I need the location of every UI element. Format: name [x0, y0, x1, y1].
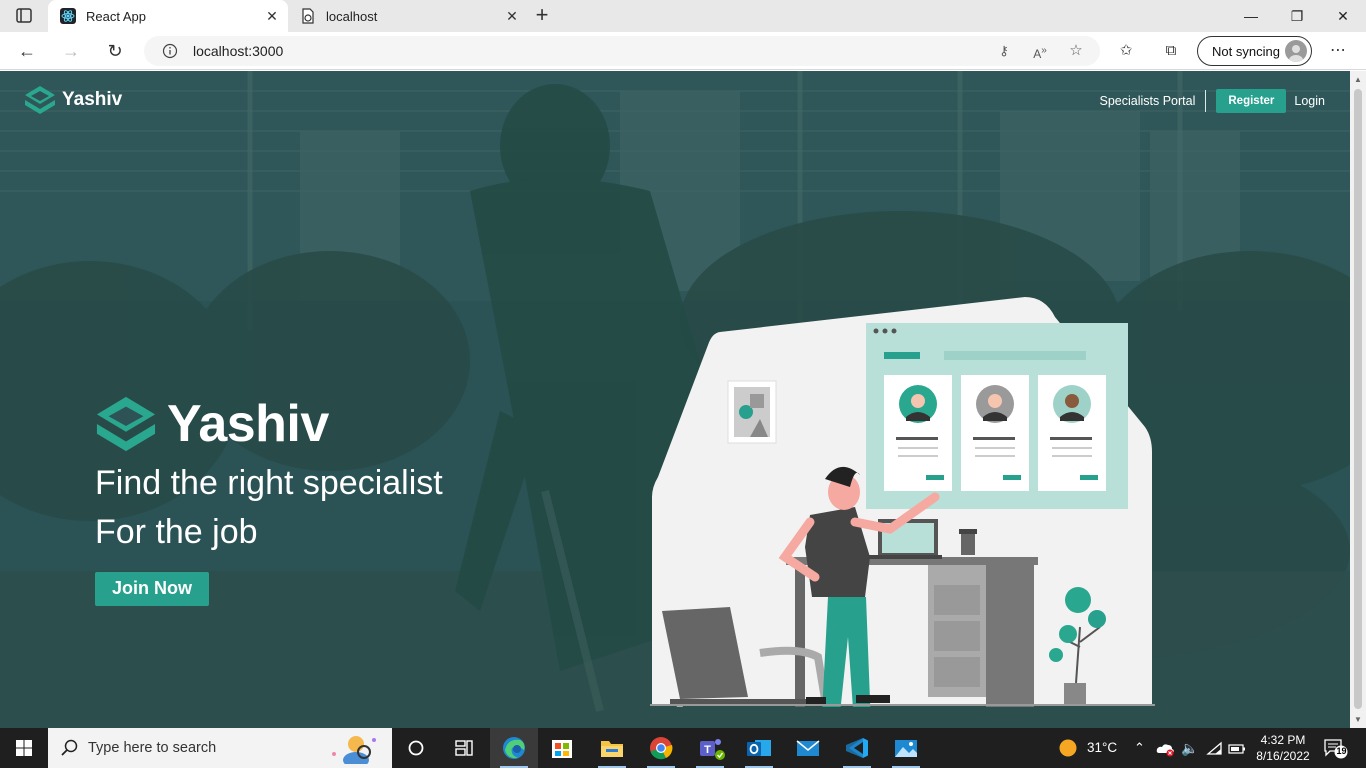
search-placeholder: Type here to search — [88, 740, 217, 756]
login-link[interactable]: Login — [1294, 94, 1325, 108]
scroll-down-icon[interactable]: ▼ — [1354, 715, 1362, 724]
search-highlight-icon — [332, 736, 376, 764]
teams-icon[interactable]: T — [686, 728, 734, 768]
join-now-button[interactable]: Join Now — [95, 572, 209, 606]
windows-taskbar: Type here to search T 31°C ⌃ 🔈 4:32 PM 8… — [0, 728, 1366, 768]
react-favicon-icon — [60, 8, 76, 24]
browser-toolbar: ← → ↻ localhost:3000 ⚷ A» ☆ ✩ ⧉ Not sync… — [0, 32, 1366, 70]
header-nav: Specialists Portal Register Login — [1100, 89, 1325, 113]
search-icon — [61, 739, 78, 756]
notification-center-icon[interactable]: 19 — [1322, 737, 1348, 759]
profile-sync-button[interactable]: Not syncing — [1197, 36, 1312, 66]
wifi-icon[interactable] — [1206, 741, 1224, 757]
site-logo[interactable]: Yashiv — [24, 85, 122, 115]
forward-icon[interactable]: → — [58, 39, 84, 63]
url-text: localhost:3000 — [193, 43, 284, 59]
nav-divider — [1205, 90, 1207, 112]
scrollbar-thumb[interactable] — [1354, 89, 1362, 709]
weather-sun-icon[interactable] — [1058, 738, 1078, 758]
hero-brand-name: Yashiv — [167, 395, 329, 453]
restore-icon[interactable]: ❐ — [1274, 0, 1320, 32]
file-explorer-icon[interactable] — [588, 728, 636, 768]
clock-time: 4:32 PM — [1260, 733, 1306, 747]
read-aloud-icon[interactable]: A» — [1031, 42, 1049, 61]
favorites-icon[interactable]: ✩ — [1116, 41, 1136, 61]
windows-logo-icon — [16, 740, 32, 756]
tab-localhost[interactable]: localhost ✕ — [288, 0, 528, 32]
system-clock[interactable]: 4:32 PM 8/16/2022 — [1248, 732, 1318, 764]
clock-date: 8/16/2022 — [1256, 749, 1310, 763]
address-bar[interactable]: localhost:3000 ⚷ A» ☆ — [144, 36, 1100, 66]
task-view-icon[interactable] — [392, 728, 440, 768]
new-tab-icon[interactable]: + — [530, 4, 554, 28]
hero-subheadline: For the job — [95, 513, 258, 551]
hero-headline: Find the right specialist — [95, 464, 443, 502]
minimize-icon[interactable]: — — [1228, 0, 1274, 32]
back-icon[interactable]: ← — [14, 39, 40, 63]
page-scrollbar[interactable]: ▲ ▼ — [1350, 71, 1366, 728]
collections-icon[interactable]: ⧉ — [1161, 41, 1181, 61]
start-button[interactable] — [0, 728, 48, 768]
photos-icon[interactable] — [882, 728, 930, 768]
specialist-search-illustration — [650, 297, 1155, 707]
edge-taskbar-icon[interactable] — [490, 728, 538, 768]
tab-react-app[interactable]: React App ✕ — [48, 0, 288, 32]
site-info-icon[interactable] — [162, 43, 178, 59]
tab-actions-icon[interactable] — [10, 6, 38, 26]
add-favorite-icon[interactable]: ☆ — [1067, 42, 1085, 60]
onedrive-icon[interactable] — [1156, 741, 1176, 757]
key-icon[interactable]: ⚷ — [995, 42, 1013, 60]
show-hidden-icons-icon[interactable]: ⌃ — [1134, 740, 1145, 756]
scroll-up-icon[interactable]: ▲ — [1354, 75, 1362, 84]
tab-title: React App — [86, 8, 146, 24]
brand-name: Yashiv — [62, 89, 123, 110]
close-tab-icon[interactable]: ✕ — [504, 8, 520, 24]
sync-label: Not syncing — [1212, 44, 1280, 59]
close-window-icon[interactable]: ✕ — [1320, 0, 1366, 32]
store-icon[interactable] — [538, 728, 586, 768]
hero-section: Yashiv Find the right specialist For the… — [95, 394, 443, 606]
page-favicon-icon — [302, 8, 314, 24]
refresh-icon[interactable]: ↻ — [102, 39, 128, 63]
chrome-icon[interactable] — [637, 728, 685, 768]
outlook-icon[interactable] — [735, 728, 783, 768]
web-page: Yashiv Specialists Portal Register Login… — [0, 71, 1350, 728]
browser-tab-bar: React App ✕ localhost ✕ + — ❐ ✕ — [0, 0, 1366, 32]
avatar — [1285, 40, 1307, 62]
taskbar-search-input[interactable]: Type here to search — [48, 728, 392, 768]
volume-icon[interactable]: 🔈 — [1181, 740, 1198, 757]
widgets-icon[interactable] — [440, 728, 488, 768]
hero-logo: Yashiv — [95, 394, 443, 454]
vscode-icon[interactable] — [833, 728, 881, 768]
close-tab-icon[interactable]: ✕ — [264, 8, 280, 24]
specialists-portal-link[interactable]: Specialists Portal — [1100, 94, 1196, 108]
yashiv-logo-icon — [25, 86, 55, 114]
register-button[interactable]: Register — [1216, 89, 1287, 113]
weather-temperature[interactable]: 31°C — [1087, 740, 1117, 755]
tab-title: localhost — [326, 8, 378, 24]
settings-more-icon[interactable]: ⋯ — [1328, 41, 1348, 61]
notification-count: 19 — [1336, 746, 1347, 756]
battery-icon[interactable] — [1228, 743, 1246, 755]
yashiv-logo-icon — [96, 396, 156, 452]
mail-icon[interactable] — [784, 728, 832, 768]
svg-text:T: T — [704, 744, 711, 756]
